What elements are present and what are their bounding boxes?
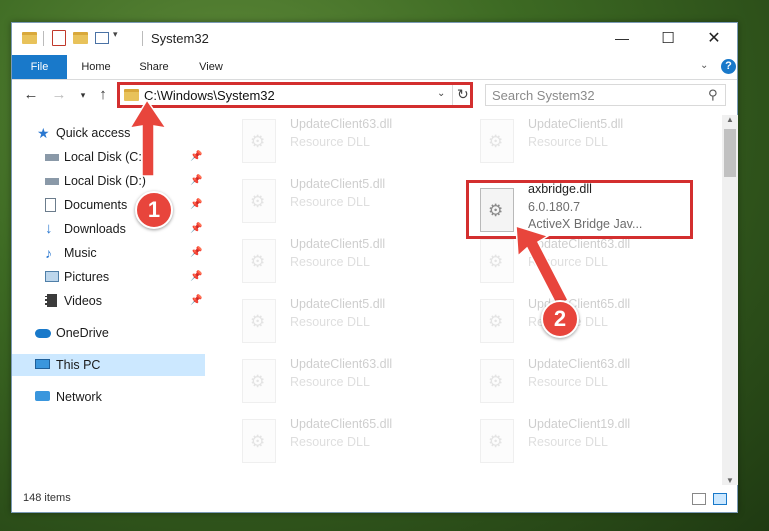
callout-arrows xyxy=(128,98,570,308)
arrow-1 xyxy=(128,98,168,177)
step-marker-2: 2 xyxy=(541,300,579,338)
arrow-2 xyxy=(515,224,570,308)
step-marker-1: 1 xyxy=(135,191,173,229)
